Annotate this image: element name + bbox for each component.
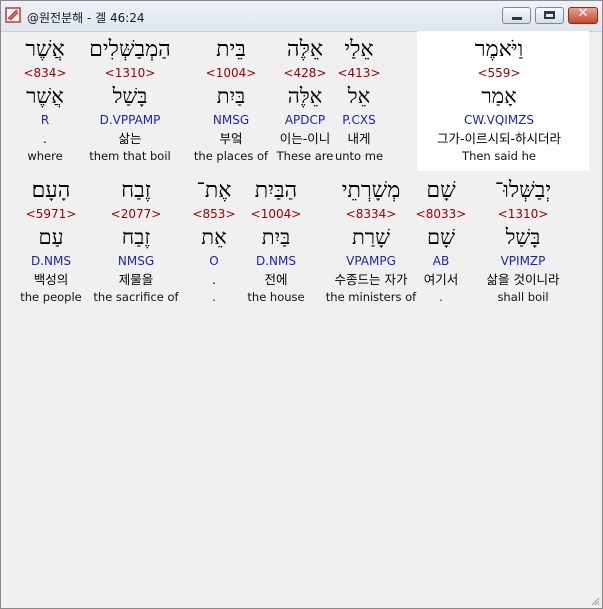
- maximize-icon: [544, 11, 555, 19]
- strong-number[interactable]: <559>: [419, 66, 579, 80]
- app-window: @원전분해 - 겔 46:24 ✕ וַיֹּאמֶר <559> אָמַר CW.…: [0, 0, 603, 609]
- english-gloss: Then said he: [462, 149, 536, 163]
- minimize-button[interactable]: [502, 7, 531, 24]
- strong-number[interactable]: <834>: [0, 66, 125, 80]
- hebrew-word: וַיֹּאמֶר: [474, 37, 524, 62]
- root-word: אָמַר: [481, 84, 517, 108]
- hebrew-word: הָעָם׃: [31, 178, 71, 203]
- korean-gloss: .: [43, 131, 47, 146]
- close-icon: ✕: [577, 6, 589, 21]
- hebrew-word: אֲשֶׁר: [25, 37, 65, 62]
- english-gloss: where: [27, 149, 63, 163]
- korean-gloss: 백성의: [33, 272, 69, 287]
- close-button[interactable]: ✕: [568, 6, 598, 24]
- parsing-code: D.NMS: [30, 254, 71, 268]
- parsing-code: CW.VQIMZS: [463, 113, 535, 127]
- korean-gloss: 그가-이르시되-하시더라: [436, 131, 562, 146]
- root-word: עַם: [38, 225, 64, 249]
- root-word: אֲשֶׁר: [26, 84, 64, 108]
- minimize-icon: [512, 17, 522, 20]
- app-icon: [5, 7, 21, 23]
- strong-number[interactable]: <5971>: [0, 207, 131, 221]
- title-bar[interactable]: @원전분해 - 겔 46:24 ✕: [1, 1, 602, 32]
- parsing-code: R: [40, 113, 50, 127]
- interlinear-area: וַיֹּאמֶר <559> אָמַר CW.VQIMZS 그가-이르시되-하시더라…: [9, 31, 595, 601]
- resize-grip-icon[interactable]: [590, 596, 600, 606]
- maximize-button[interactable]: [535, 7, 564, 24]
- window-title: @원전분해 - 겔 46:24: [27, 11, 145, 25]
- english-gloss: the people: [20, 290, 82, 304]
